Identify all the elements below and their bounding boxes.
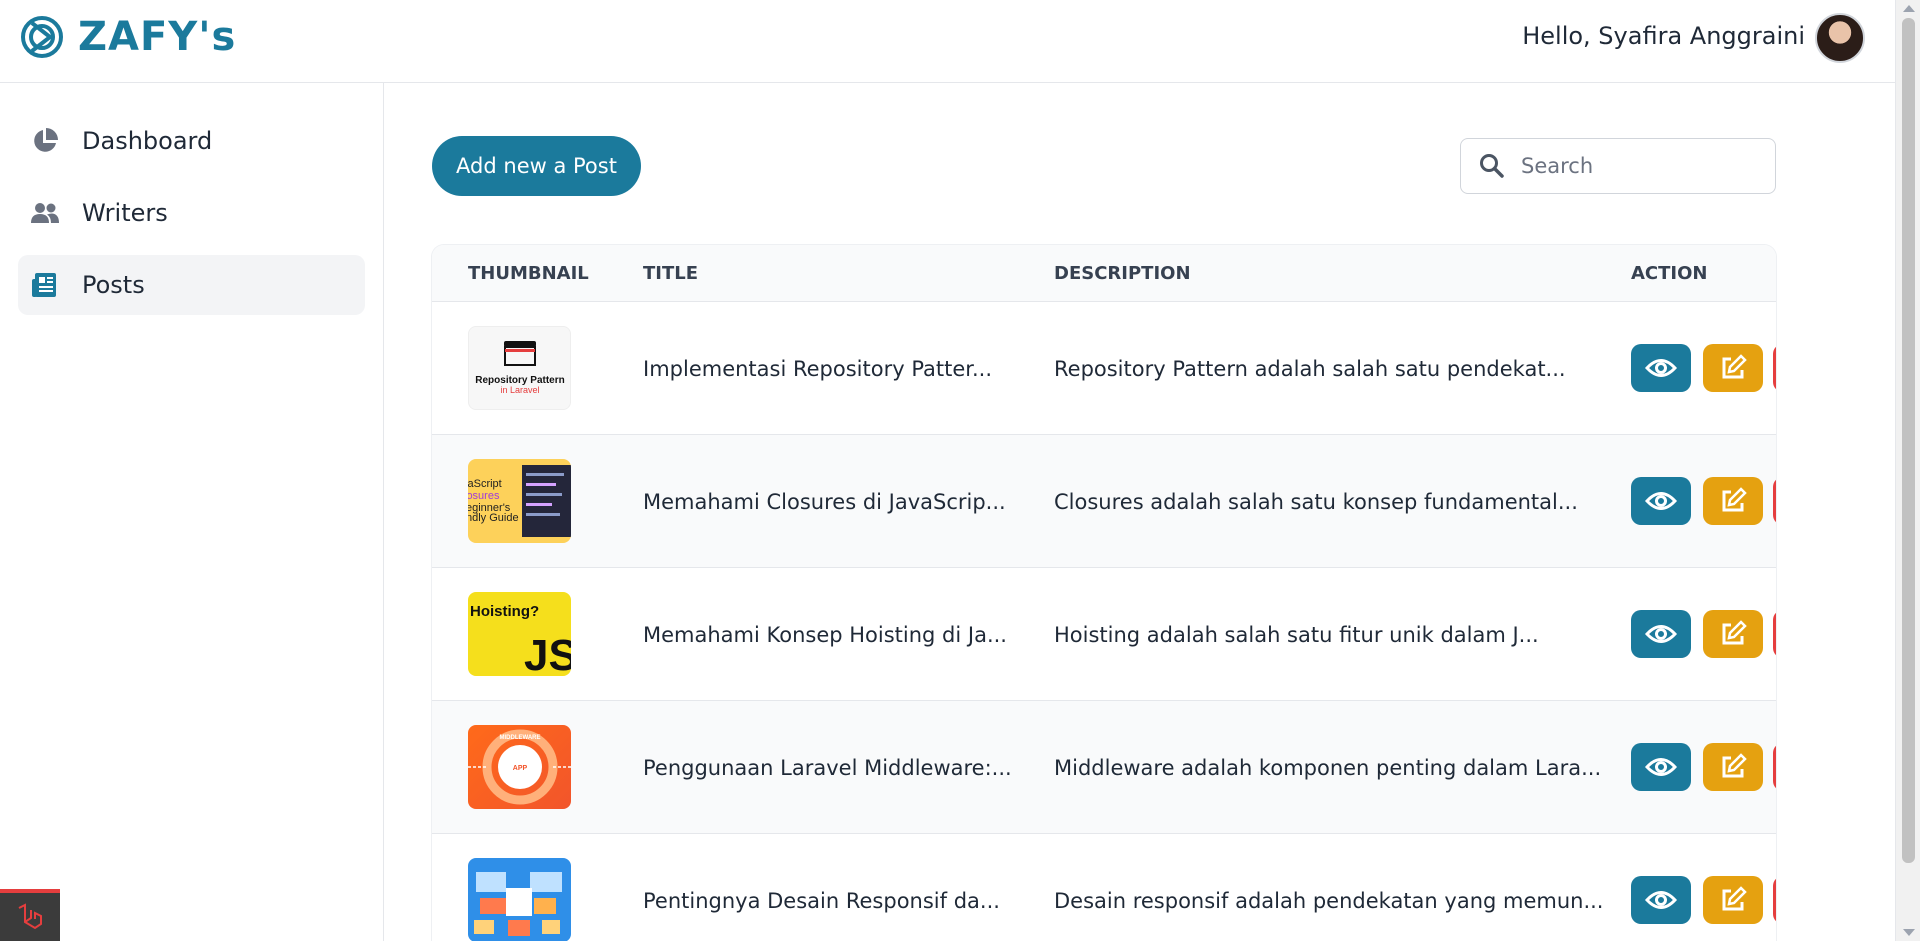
table-row: vaScript losures eginner's ndly Guide Me… bbox=[432, 434, 1776, 567]
view-button[interactable] bbox=[1631, 344, 1691, 392]
thumb-caption: Hoisting? bbox=[470, 603, 539, 620]
add-post-button[interactable]: Add new a Post bbox=[432, 136, 641, 196]
view-button[interactable] bbox=[1631, 610, 1691, 658]
edit-icon bbox=[1722, 354, 1747, 379]
table-row: MIDDLEWARE APP Penggunaan Laravel Middle… bbox=[432, 700, 1776, 833]
post-title: Memahami Konsep Hoisting di Ja... bbox=[643, 623, 1007, 647]
delete-button[interactable] bbox=[1773, 876, 1776, 924]
column-header-title: TITLE bbox=[643, 263, 699, 284]
svg-text:losures: losures bbox=[468, 490, 500, 502]
eye-icon bbox=[1645, 891, 1677, 909]
post-title: Memahami Closures di JavaScrip... bbox=[643, 490, 1006, 514]
sidebar-item-label: Posts bbox=[82, 271, 145, 299]
column-header-thumbnail: THUMBNAIL bbox=[468, 263, 589, 284]
post-description: Closures adalah salah satu konsep fundam… bbox=[1054, 490, 1578, 514]
scroll-down-arrow-icon[interactable] bbox=[1903, 929, 1915, 936]
thumb-caption: MIDDLEWARE bbox=[500, 735, 541, 741]
post-title: Implementasi Repository Patter... bbox=[643, 357, 993, 381]
view-button[interactable] bbox=[1631, 477, 1691, 525]
post-thumbnail[interactable]: vaScript losures eginner's ndly Guide bbox=[468, 459, 571, 543]
search-input[interactable] bbox=[1521, 154, 1761, 178]
post-description: Middleware adalah komponen penting dalam… bbox=[1054, 756, 1602, 780]
eye-icon bbox=[1645, 492, 1677, 510]
eye-icon bbox=[1645, 758, 1677, 776]
post-description: Repository Pattern adalah salah satu pen… bbox=[1054, 357, 1566, 381]
debugbar-toggle[interactable] bbox=[0, 889, 60, 941]
svg-text:vaScript: vaScript bbox=[468, 478, 502, 490]
edit-button[interactable] bbox=[1703, 344, 1763, 392]
table-row: Repository Pattern in Laravel Implementa… bbox=[432, 301, 1776, 434]
sidebar-item-label: Writers bbox=[82, 199, 168, 227]
user-greeting: Hello, Syafira Anggraini bbox=[1522, 22, 1805, 50]
posts-table: THUMBNAIL TITLE DESCRIPTION ACTION Repos… bbox=[432, 245, 1776, 941]
delete-button[interactable] bbox=[1773, 477, 1776, 525]
scroll-up-arrow-icon[interactable] bbox=[1903, 5, 1915, 12]
edit-icon bbox=[1722, 620, 1747, 645]
edit-button[interactable] bbox=[1703, 610, 1763, 658]
sidebar-item-dashboard[interactable]: Dashboard bbox=[18, 111, 365, 171]
delete-button[interactable] bbox=[1773, 610, 1776, 658]
svg-text:ndly Guide: ndly Guide bbox=[468, 512, 519, 524]
edit-button[interactable] bbox=[1703, 743, 1763, 791]
post-thumbnail[interactable]: MIDDLEWARE APP bbox=[468, 725, 571, 809]
eye-icon bbox=[1645, 359, 1677, 377]
main-content: Add new a Post THUMBNAIL TITLE DESCRIPTI… bbox=[384, 83, 1895, 941]
avatar[interactable] bbox=[1815, 13, 1865, 63]
brand-logo[interactable]: ZAFY's bbox=[20, 14, 236, 60]
column-header-action: ACTION bbox=[1631, 263, 1708, 284]
edit-button[interactable] bbox=[1703, 477, 1763, 525]
edit-icon bbox=[1722, 487, 1747, 512]
post-thumbnail[interactable]: Hoisting? JS bbox=[468, 592, 571, 676]
thumb-subcaption: in Laravel bbox=[500, 385, 539, 395]
table-row: Hoisting? JS Memahami Konsep Hoisting di… bbox=[432, 567, 1776, 700]
post-description: Desain responsif adalah pendekatan yang … bbox=[1054, 889, 1604, 913]
table-row: Pentingnya Desain Responsif da... Desain… bbox=[432, 833, 1776, 941]
eye-icon bbox=[1645, 625, 1677, 643]
search-box[interactable] bbox=[1460, 138, 1776, 194]
delete-button[interactable] bbox=[1773, 743, 1776, 791]
search-icon bbox=[1480, 154, 1504, 178]
edit-icon bbox=[1722, 753, 1747, 778]
top-header: ZAFY's Hello, Syafira Anggraini bbox=[0, 0, 1895, 83]
post-title: Penggunaan Laravel Middleware:... bbox=[643, 756, 1012, 780]
newspaper-icon bbox=[30, 270, 60, 300]
sidebar: Dashboard Writers Posts bbox=[0, 83, 384, 941]
view-button[interactable] bbox=[1631, 743, 1691, 791]
brand-name: ZAFY's bbox=[78, 14, 237, 60]
delete-button[interactable] bbox=[1773, 344, 1776, 392]
column-header-description: DESCRIPTION bbox=[1054, 263, 1191, 284]
laravel-logo-icon bbox=[18, 903, 42, 930]
users-icon bbox=[30, 198, 60, 228]
logo-icon bbox=[21, 16, 63, 58]
sidebar-item-label: Dashboard bbox=[82, 127, 213, 155]
edit-icon bbox=[1722, 886, 1747, 911]
thumb-subcaption: APP bbox=[513, 765, 528, 772]
sidebar-item-writers[interactable]: Writers bbox=[18, 183, 365, 243]
post-thumbnail[interactable] bbox=[468, 858, 571, 941]
post-thumbnail[interactable]: Repository Pattern in Laravel bbox=[468, 326, 571, 410]
edit-button[interactable] bbox=[1703, 876, 1763, 924]
thumb-subcaption: JS bbox=[524, 631, 571, 676]
view-button[interactable] bbox=[1631, 876, 1691, 924]
sidebar-item-posts[interactable]: Posts bbox=[18, 255, 365, 315]
post-title: Pentingnya Desain Responsif da... bbox=[643, 889, 1000, 913]
post-description: Hoisting adalah salah satu fitur unik da… bbox=[1054, 623, 1539, 647]
page-scrollbar[interactable] bbox=[1895, 0, 1920, 941]
pie-chart-icon bbox=[30, 126, 60, 156]
scrollbar-thumb[interactable] bbox=[1902, 18, 1915, 863]
table-header: THUMBNAIL TITLE DESCRIPTION ACTION bbox=[432, 245, 1776, 301]
app-root: ZAFY's Hello, Syafira Anggraini Dashboar… bbox=[0, 0, 1920, 941]
